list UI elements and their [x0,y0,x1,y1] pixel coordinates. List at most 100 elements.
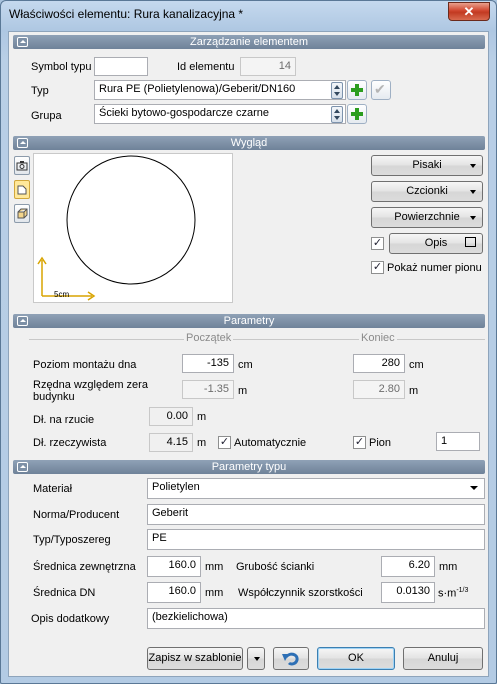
camera-icon[interactable] [14,156,30,175]
dn-label: Średnica DN [33,587,96,599]
unit-label: cm [409,359,424,371]
ok-button[interactable]: OK [317,647,395,670]
add-type-icon[interactable] [347,80,367,100]
automatic-checkbox[interactable]: ✓ [218,436,231,449]
surfaces-button[interactable]: Powierzchnie [371,207,483,228]
riser-checkbox[interactable]: ✓ [353,436,366,449]
roughness-label: Współczynnik szorstkości [238,587,363,599]
group-label: Grupa [31,110,62,122]
section-title: Parametry [223,315,275,327]
type-label: Typ [31,85,49,97]
unit-label: cm [238,359,253,371]
preview-drawing [37,155,196,301]
material-value: Polietylen [152,481,200,493]
bottom-level-label: Poziom montażu dna [33,359,137,371]
cancel-button[interactable]: Anuluj [403,647,483,670]
projected-length-field: 0.00 [149,407,193,426]
bottom-level-end-input[interactable]: 280 [353,354,405,373]
material-select[interactable]: Polietylen [147,478,485,499]
section-type-parameters-header[interactable]: Parametry typu [13,460,485,474]
outer-diameter-label: Średnica zewnętrzna [33,561,136,573]
undo-button[interactable] [273,647,309,670]
section-title: Wygląd [230,137,268,149]
pipe-preview: 5cm [33,153,233,303]
wall-thickness-input[interactable]: 6.20 [381,556,435,577]
roughness-unit-exponent: -1/3 [456,587,469,594]
chevron-down-icon [470,164,476,168]
add-group-icon[interactable] [347,104,367,124]
roughness-input[interactable]: 0.0130 [381,582,435,603]
collapse-icon[interactable] [17,37,28,47]
extra-description-input[interactable]: (bezkielichowa) [147,608,485,629]
confirm-type-button[interactable]: ✔ [371,80,391,100]
unit-label: mm [205,561,224,573]
undo-icon [282,652,299,666]
type-value: Rura PE (Polietylenowa)/Geberit/DN160 [99,83,296,95]
element-id-label: Id elementu [177,61,235,73]
group-spin-icon[interactable] [331,106,343,123]
roughness-unit-base: s·m [438,587,457,600]
surfaces-label: Powierzchnie [394,211,460,223]
section-management-header[interactable]: Zarządzanie elementem [13,35,485,49]
pens-label: Pisaki [412,159,442,171]
actual-length-label: Dł. rzeczywista [33,437,107,449]
type-spin-icon[interactable] [331,82,343,99]
show-riser-number-checkbox[interactable]: ✓ [371,261,384,274]
description-checkbox[interactable]: ✓ [371,237,384,250]
dialog-body: Zarządzanie elementem Symbol typu Id ele… [8,31,489,677]
unit-label: mm [439,561,458,573]
standard-input[interactable]: Geberit [147,504,485,525]
pens-button[interactable]: Pisaki [371,155,483,176]
series-label: Typ/Typoszereg [33,534,111,546]
plan-view-icon[interactable] [14,180,30,199]
check-icon: ✔ [374,81,386,97]
close-button[interactable]: ✕ [448,2,490,21]
unit-label: m [197,437,207,449]
unit-label: m [238,385,248,397]
dn-input[interactable]: 160.0 [147,582,201,603]
properties-dialog: Właściwości elementu: Rura kanalizacyjna… [0,0,497,684]
fonts-label: Czcionki [406,185,448,197]
type-symbol-input[interactable] [94,57,148,76]
save-template-menu-button[interactable] [247,647,265,670]
save-template-button[interactable]: Zapisz w szablonie [147,647,243,670]
section-appearance-header[interactable]: Wygląd [13,136,485,150]
bottom-level-start-input[interactable]: -135 [182,354,234,373]
riser-input[interactable]: 1 [436,432,480,451]
scale-label: 5cm [54,290,70,299]
group-select[interactable]: Ścieki bytowo-gospodarcze czarne [94,104,346,124]
description-button[interactable]: Opis [389,233,483,254]
start-column-header: Początek [184,332,234,344]
title-bar[interactable]: Właściwości elementu: Rura kanalizacyjna… [1,1,496,29]
riser-label: Pion [369,437,392,449]
chevron-down-icon [254,657,260,661]
section-title: Zarządzanie elementem [189,36,308,48]
show-riser-number-label: Pokaż numer pionu [387,262,482,274]
chevron-down-icon [470,190,476,194]
element-id-field: 14 [240,57,296,76]
collapse-icon[interactable] [17,462,28,472]
type-select[interactable]: Rura PE (Polietylenowa)/Geberit/DN160 [94,80,346,100]
group-value: Ścieki bytowo-gospodarcze czarne [99,107,269,119]
collapse-icon[interactable] [17,316,28,326]
series-input[interactable]: PE [147,529,485,550]
outer-diameter-input[interactable]: 160.0 [147,556,201,577]
section-parameters-header[interactable]: Parametry [13,314,485,328]
roughness-unit: s·m-1/3 [438,587,468,600]
fonts-button[interactable]: Czcionki [371,181,483,202]
ordinate-label: Rzędna względem zera budynku [33,379,148,403]
columns-divider [29,339,485,340]
ordinate-end-field: 2.80 [353,380,405,399]
3d-view-icon[interactable] [14,204,30,223]
description-label: Opis [424,237,448,249]
collapse-icon[interactable] [17,138,28,148]
type-symbol-label: Symbol typu [31,61,92,73]
standard-label: Norma/Producent [33,509,120,521]
section-title: Parametry typu [211,461,287,473]
automatic-label: Automatycznie [234,437,307,449]
material-label: Materiał [33,483,73,495]
chevron-down-icon [470,486,478,490]
window-title: Właściwości elementu: Rura kanalizacyjna… [9,7,244,21]
popup-icon [465,237,476,247]
actual-length-field: 4.15 [149,433,193,452]
